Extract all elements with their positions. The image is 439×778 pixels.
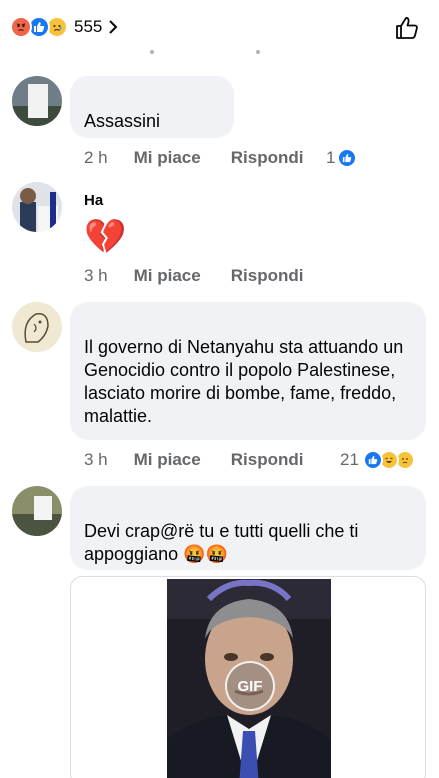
comment-reactions[interactable]: 1 [326,148,358,168]
comment-author[interactable] [84,496,412,516]
comment-actions: 3 h Mi piace Rispondi [84,266,303,286]
reactions-header: 555 [0,0,439,56]
angry-reaction-icon [10,16,32,38]
gif-play-button[interactable]: GIF [225,661,275,711]
comment: Assassini 2 h Mi piace Rispondi 1 [0,76,439,176]
comment-author[interactable] [84,86,220,106]
reply-button[interactable]: Rispondi [231,148,304,168]
like-button[interactable]: Mi piace [134,266,201,286]
reaction-summary[interactable]: 555 [10,16,118,38]
divider-dot [150,50,154,54]
chevron-right-icon [109,20,118,34]
comment-actions: 3 h Mi piace Rispondi [84,450,303,470]
like-button[interactable]: Mi piace [134,450,201,470]
comment-author[interactable]: Ha [84,192,220,212]
comment-bubble: Il governo di Netanyahu sta attuando un … [70,302,426,440]
comment-text: Devi crap@rë tu e tutti quelli che ti ap… [84,521,359,564]
thumbs-up-icon[interactable] [393,14,421,42]
like-reaction-icon [337,148,358,168]
like-button[interactable]: Mi piace [134,148,201,168]
avatar[interactable] [12,182,62,232]
comment-time[interactable]: 3 h [84,450,108,470]
comment-bubble: Devi crap@rë tu e tutti quelli che ti ap… [70,486,426,570]
gif-attachment[interactable]: GIF [70,576,426,778]
comment: Il governo di Netanyahu sta attuando un … [0,302,439,472]
comment-text: Il governo di Netanyahu sta attuando un … [84,337,404,426]
reaction-count: 1 [326,148,336,167]
comment-reactions[interactable]: 21 [340,450,415,470]
reaction-count: 555 [74,17,103,36]
avatar[interactable] [12,302,62,352]
comment-author[interactable] [84,312,412,332]
reply-button[interactable]: Rispondi [231,266,304,286]
reply-button[interactable]: Rispondi [231,450,304,470]
gif-image[interactable]: GIF [167,579,331,778]
comment-text: Assassini [84,111,161,131]
comment-actions: 2 h Mi piace Rispondi [84,148,303,168]
comment: Ha 💔 3 h Mi piace Rispondi [0,182,439,292]
comment-bubble: Assassini [70,76,234,138]
avatar[interactable] [12,486,62,536]
comment-time[interactable]: 3 h [84,266,108,286]
comment-text: 💔 [84,218,127,256]
reaction-count: 21 [340,450,359,469]
avatar[interactable] [12,76,62,126]
like-reaction-icon [362,450,383,470]
comment-time[interactable]: 2 h [84,148,108,168]
divider-dot [256,50,260,54]
comment-bubble: Ha 💔 [70,182,234,258]
